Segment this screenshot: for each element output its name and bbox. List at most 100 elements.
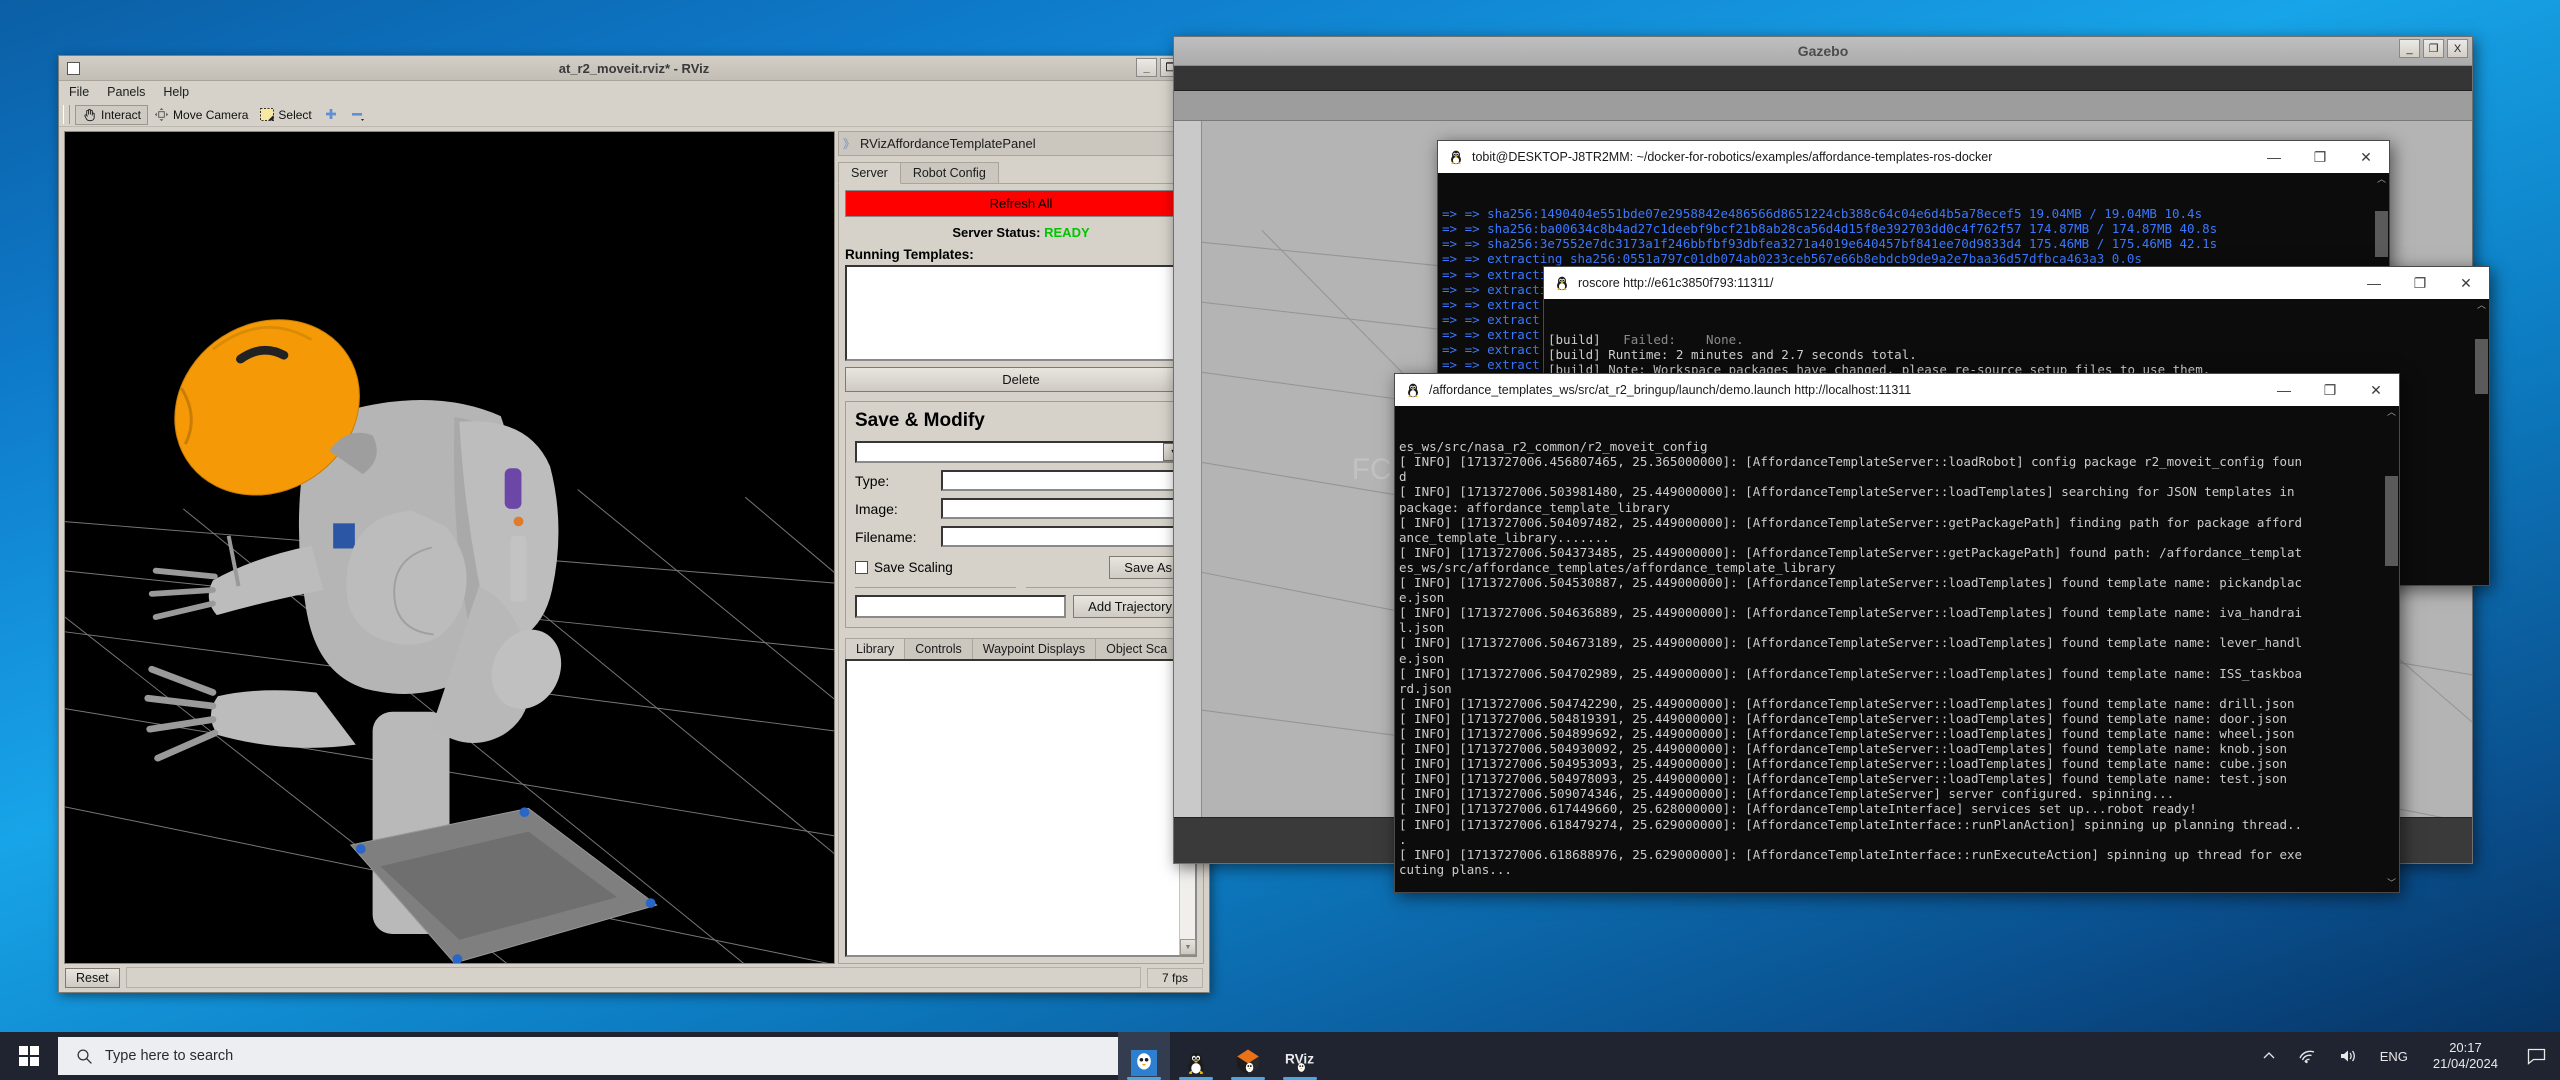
tool-move-camera[interactable]: Move Camera: [148, 105, 254, 125]
taskbar[interactable]: Type here to search: [0, 1032, 2560, 1080]
tab-robot-config[interactable]: Robot Config: [900, 162, 999, 183]
terminal-launch-window[interactable]: /affordance_templates_ws/src/at_r2_bring…: [1394, 373, 2400, 893]
gazebo-maximize-button[interactable]: ❐: [2423, 39, 2444, 58]
tool-remove[interactable]: [344, 105, 372, 125]
field-image-label: Image:: [855, 501, 941, 517]
scroll-down-icon[interactable]: ▼: [1180, 939, 1196, 955]
rviz-minimize-button[interactable]: _: [1136, 58, 1157, 77]
terminal-text: [ INFO] [1713727006.503981480, 25.449000…: [1399, 484, 2295, 499]
terminal-launch-titlebar[interactable]: /affordance_templates_ws/src/at_r2_bring…: [1395, 374, 2399, 406]
trajectory-row: Add Trajectory: [855, 595, 1187, 618]
terminal-text: extract: [1487, 297, 1540, 312]
panel-collapse-icon[interactable]: 》: [843, 135, 855, 152]
terminal-launch-maximize[interactable]: ❐: [2307, 374, 2353, 406]
volume-icon-button[interactable]: [2328, 1032, 2369, 1080]
tab-server[interactable]: Server: [838, 162, 901, 184]
delete-button[interactable]: Delete: [845, 367, 1197, 392]
refresh-all-button[interactable]: Refresh All: [845, 190, 1197, 217]
save-scaling-checkbox[interactable]: [855, 561, 868, 574]
terminal-launch-close[interactable]: ✕: [2353, 374, 2399, 406]
terminal-docker-controls[interactable]: — ❐ ✕: [2251, 141, 2389, 173]
clock[interactable]: 20:17 21/04/2024: [2419, 1032, 2512, 1080]
gazebo-toolbar[interactable]: [1174, 91, 2472, 121]
status-message-area: [126, 967, 1141, 988]
rviz-window[interactable]: at_r2_moveit.rviz* - RViz _ ❐ ✕ File Pan…: [58, 55, 1210, 993]
terminal-text: extracting sha256:0551a797c01db074ab0233…: [1487, 251, 2104, 266]
tool-add[interactable]: [318, 105, 344, 125]
template-select[interactable]: ▼: [855, 441, 1187, 463]
taskbar-item-terminal[interactable]: [1170, 1032, 1222, 1080]
taskbar-item-gazebo[interactable]: [1222, 1032, 1274, 1080]
toolbar-grip[interactable]: [63, 105, 70, 124]
fps-indicator: 7 fps: [1147, 968, 1203, 988]
terminal-launch-minimize[interactable]: —: [2261, 374, 2307, 406]
tool-interact[interactable]: Interact: [75, 105, 148, 125]
terminal-roscore-titlebar[interactable]: roscore http://e61c3850f793:11311/ — ❐ ✕: [1544, 267, 2489, 299]
rviz-3d-view[interactable]: ▸: [64, 131, 835, 964]
scroll-thumb[interactable]: [2385, 476, 2398, 566]
scroll-up-icon[interactable]: ︿: [2374, 173, 2389, 188]
save-scaling-checkbox-group[interactable]: Save Scaling: [855, 560, 953, 575]
show-hidden-icons-button[interactable]: [2251, 1032, 2287, 1080]
scroll-thumb[interactable]: [2375, 211, 2388, 257]
gazebo-minimize-button[interactable]: _: [2399, 39, 2420, 58]
rviz-titlebar[interactable]: at_r2_moveit.rviz* - RViz _ ❐ ✕: [59, 56, 1209, 81]
terminal-docker-titlebar[interactable]: tobit@DESKTOP-J8TR2MM: ~/docker-for-robo…: [1438, 141, 2389, 173]
terminal-roscore-minimize[interactable]: —: [2351, 267, 2397, 299]
terminal-launch-controls[interactable]: — ❐ ✕: [2261, 374, 2399, 406]
add-trajectory-button[interactable]: Add Trajectory: [1073, 595, 1187, 618]
gazebo-titlebar[interactable]: Gazebo _ ❐ X: [1174, 37, 2472, 66]
gazebo-menubar[interactable]: [1174, 66, 2472, 91]
tab-object-scale[interactable]: Object Sca: [1095, 638, 1178, 659]
gazebo-left-panel[interactable]: [1174, 121, 1202, 817]
menu-help[interactable]: Help: [163, 85, 189, 99]
tux-icon: [1554, 275, 1570, 291]
terminal-roscore-controls[interactable]: — ❐ ✕: [2351, 267, 2489, 299]
panel-bottom-tabs[interactable]: Library Controls Waypoint Displays Objec…: [845, 637, 1197, 659]
panel-tabs[interactable]: Server Robot Config: [838, 160, 1204, 183]
gazebo-window-buttons[interactable]: _ ❐ X: [2399, 39, 2468, 58]
language-indicator[interactable]: ENG: [2369, 1032, 2419, 1080]
terminal-text: sha256:3e7552e7dc3173a1f246bbfbf93dbfea3…: [1487, 236, 2172, 251]
terminal-line: => => sha256:3e7552e7dc3173a1f246bbfbf93…: [1442, 236, 2389, 251]
panel-header[interactable]: 》 RVizAffordanceTemplatePanel: [838, 131, 1204, 156]
scroll-thumb[interactable]: [2475, 339, 2488, 394]
library-list[interactable]: ▲ ▼: [845, 659, 1197, 957]
terminal-roscore-scrollbar[interactable]: ︿: [2474, 299, 2489, 585]
terminal-line: [build] Failed: None.: [1548, 332, 2489, 347]
search-input[interactable]: Type here to search: [58, 1037, 1118, 1075]
gazebo-close-button[interactable]: X: [2447, 39, 2468, 58]
terminal-roscore-maximize[interactable]: ❐: [2397, 267, 2443, 299]
reset-button[interactable]: Reset: [65, 968, 120, 988]
menu-panels[interactable]: Panels: [107, 85, 145, 99]
terminal-docker-maximize[interactable]: ❐: [2297, 141, 2343, 173]
image-input[interactable]: [941, 498, 1187, 519]
terminal-docker-minimize[interactable]: —: [2251, 141, 2297, 173]
terminal-docker-close[interactable]: ✕: [2343, 141, 2389, 173]
filename-input[interactable]: [941, 526, 1187, 547]
terminal-launch-output[interactable]: es_ws/src/nasa_r2_common/r2_moveit_confi…: [1395, 406, 2399, 892]
terminal-text: extract: [1487, 342, 1540, 357]
terminal-text: .: [1399, 832, 1407, 847]
scroll-up-icon[interactable]: ︿: [2384, 406, 2399, 421]
start-button[interactable]: [0, 1032, 58, 1080]
tab-library[interactable]: Library: [845, 638, 905, 660]
scroll-up-icon[interactable]: ︿: [2474, 299, 2489, 314]
type-input[interactable]: [941, 470, 1187, 491]
scroll-down-icon[interactable]: ﹀: [2384, 877, 2399, 892]
tab-waypoint-displays[interactable]: Waypoint Displays: [972, 638, 1096, 659]
rviz-toolbar[interactable]: Interact Move Camera Select: [59, 103, 1209, 127]
terminal-launch-scrollbar[interactable]: ︿ ﹀: [2384, 406, 2399, 892]
trajectory-input[interactable]: [855, 595, 1066, 618]
network-status-icon[interactable]: [2287, 1032, 2328, 1080]
tool-select[interactable]: Select: [254, 105, 317, 125]
rviz-menubar[interactable]: File Panels Help: [59, 81, 1209, 103]
notifications-button[interactable]: [2512, 1032, 2560, 1080]
tab-controls[interactable]: Controls: [904, 638, 973, 659]
terminal-roscore-close[interactable]: ✕: [2443, 267, 2489, 299]
menu-file[interactable]: File: [69, 85, 89, 99]
system-tray[interactable]: ENG 20:17 21/04/2024: [2251, 1032, 2560, 1080]
running-templates-list[interactable]: [845, 265, 1197, 361]
taskbar-item-rviz[interactable]: RViz: [1274, 1032, 1326, 1080]
taskbar-item-tux[interactable]: [1118, 1032, 1170, 1080]
